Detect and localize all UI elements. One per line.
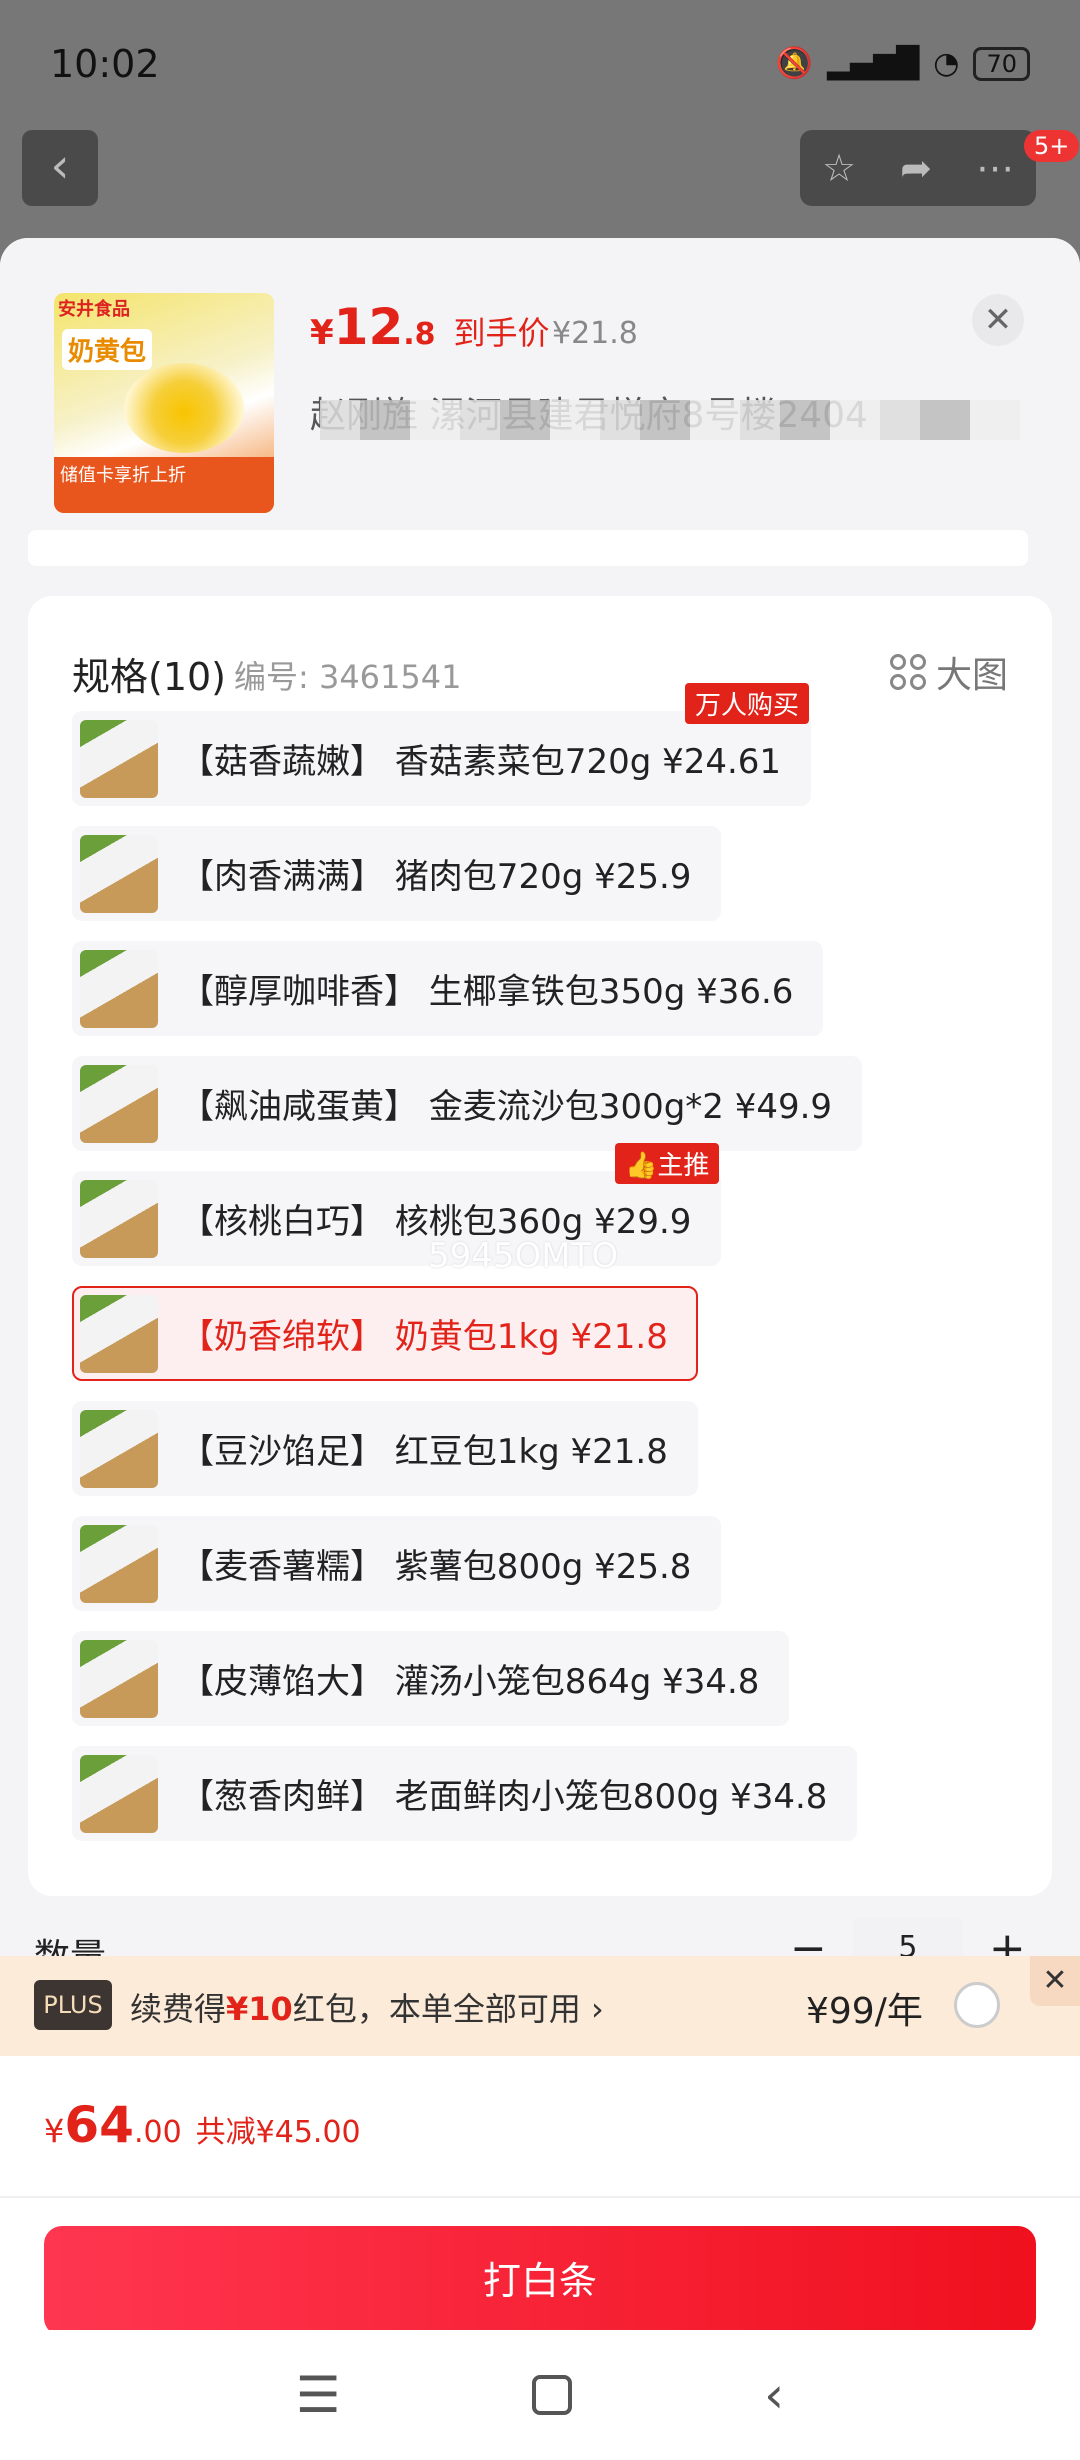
spec-sheet: 安井食品 奶黄包 储值卡享折上折 ¥ 12 .8 到手价 ¥21.8 ✕ 赵刚旌… bbox=[0, 238, 1080, 2460]
status-icons: 🔕 ▂▄▆█ ◔ 70 bbox=[776, 46, 1030, 81]
spec-option-label: 【葱香肉鲜】 老面鲜肉小笼包800g ¥34.8 bbox=[180, 1777, 828, 1817]
spec-badge: 万人购买 bbox=[685, 683, 810, 724]
spec-option[interactable]: 【醇厚咖啡香】 生椰拿铁包350g ¥36.6 bbox=[72, 941, 824, 1036]
bigview-label: 大图 bbox=[935, 655, 1008, 696]
back-button[interactable]: ‹ bbox=[22, 130, 98, 206]
original-price: ¥21.8 bbox=[552, 316, 638, 351]
spec-option-label: 【醇厚咖啡香】 生椰拿铁包350g ¥36.6 bbox=[180, 972, 794, 1012]
spec-badge-label: 主推 bbox=[657, 1151, 710, 1181]
spec-option-label: 【麦香薯糯】 紫薯包800g ¥25.8 bbox=[180, 1547, 692, 1587]
thumbs-up-icon: 👍 bbox=[625, 1151, 658, 1181]
spec-code: 编号: 3461541 bbox=[234, 658, 462, 696]
thumb-brand: 安井食品 bbox=[58, 299, 130, 320]
top-actions: ☆ ➦ ⋯ bbox=[800, 130, 1036, 206]
total-decimal: .00 bbox=[133, 2115, 182, 2150]
system-nav-bar: ☰ ‹ bbox=[0, 2330, 1080, 2460]
favorite-icon[interactable]: ☆ bbox=[822, 146, 856, 190]
thumb-label: 奶黄包 bbox=[62, 329, 153, 370]
spec-option-label: 【皮薄馅大】 灌汤小笼包864g ¥34.8 bbox=[180, 1662, 760, 1702]
spec-thumb bbox=[80, 1064, 158, 1143]
spec-option[interactable]: 【核桃白巧】 核桃包360g ¥29.9 👍主推 bbox=[72, 1143, 722, 1266]
spec-thumb bbox=[80, 1294, 158, 1373]
spec-option[interactable]: 【菇香蔬嫩】 香菇素菜包720g ¥24.61 万人购买 bbox=[72, 683, 812, 806]
spec-option[interactable]: 【皮薄馅大】 灌汤小笼包864g ¥34.8 bbox=[72, 1631, 790, 1726]
spec-option[interactable]: 【飙油咸蛋黄】 金麦流沙包300g*2 ¥49.9 bbox=[72, 1056, 863, 1151]
total-price: ¥ 64 .00 共减¥45.00 bbox=[44, 2096, 361, 2154]
spec-option[interactable]: 【豆沙馅足】 红豆包1kg ¥21.8 bbox=[72, 1401, 698, 1496]
total-discount: 共减¥45.00 bbox=[195, 2115, 361, 2150]
menu-icon[interactable]: ☰ bbox=[296, 2366, 341, 2424]
plus-logo: PLUS bbox=[34, 1980, 112, 2030]
total-currency: ¥ bbox=[44, 2112, 65, 2150]
back-icon[interactable]: ‹ bbox=[764, 2366, 784, 2424]
current-price: ¥ 12 .8 到手价 bbox=[310, 298, 550, 356]
close-icon: ✕ bbox=[1042, 1963, 1068, 1998]
spec-thumb bbox=[80, 1179, 158, 1258]
plus-promo-text: 续费得¥10红包，本单全部可用 › bbox=[130, 1984, 604, 2030]
spec-option[interactable]: 【葱香肉鲜】 老面鲜肉小笼包800g ¥34.8 bbox=[72, 1746, 858, 1841]
product-thumbnail[interactable]: 安井食品 奶黄包 储值卡享折上折 bbox=[54, 293, 274, 513]
total-integer: 64 bbox=[64, 2096, 134, 2154]
spec-card: 规格(10) 编号: 3461541 大图 【菇香蔬嫩】 香菇素菜包720g ¥… bbox=[28, 596, 1052, 1896]
spec-title: 规格(10) bbox=[72, 655, 227, 699]
more-icon[interactable]: ⋯ bbox=[976, 146, 1014, 190]
spec-option-selected[interactable]: 【奶香绵软】 奶黄包1kg ¥21.8 bbox=[72, 1286, 698, 1381]
price-decimal: .8 bbox=[403, 317, 436, 352]
price-integer: 12 bbox=[333, 298, 404, 356]
bun-image bbox=[124, 363, 244, 453]
spec-thumb bbox=[80, 1639, 158, 1718]
spec-thumb bbox=[80, 1754, 158, 1833]
mute-icon: 🔕 bbox=[775, 46, 813, 81]
spec-option-label: 【菇香蔬嫩】 香菇素菜包720g ¥24.61 bbox=[180, 742, 782, 782]
bigview-toggle[interactable]: 大图 bbox=[889, 646, 1008, 698]
price-tag: 到手价 bbox=[453, 314, 550, 352]
plus-text-pre: 续费得 bbox=[130, 1990, 227, 2028]
spec-thumb bbox=[80, 719, 158, 798]
spec-thumb bbox=[80, 834, 158, 913]
signal-icon: ▂▄▆█ bbox=[826, 46, 920, 81]
spec-option-label: 【奶香绵软】 奶黄包1kg ¥21.8 bbox=[180, 1317, 668, 1357]
spec-list: 【菇香蔬嫩】 香菇素菜包720g ¥24.61 万人购买 【肉香满满】 猪肉包7… bbox=[72, 683, 1012, 1861]
address-blur bbox=[320, 400, 1020, 440]
home-icon[interactable] bbox=[532, 2375, 573, 2415]
plus-radio[interactable] bbox=[954, 1982, 1000, 2028]
battery-icon: 70 bbox=[973, 46, 1030, 81]
status-bar: 10:02 🔕 ▂▄▆█ ◔ 70 bbox=[0, 0, 1080, 140]
plus-text-post: 红包，本单全部可用 › bbox=[292, 1990, 604, 2028]
status-time: 10:02 bbox=[50, 42, 160, 86]
price-currency: ¥ bbox=[310, 313, 334, 353]
close-button[interactable]: ✕ bbox=[972, 294, 1024, 346]
plus-close-button[interactable]: ✕ bbox=[1030, 1956, 1080, 2006]
spec-thumb bbox=[80, 1524, 158, 1603]
divider bbox=[0, 2196, 1080, 2198]
spec-option-label: 【豆沙馅足】 红豆包1kg ¥21.8 bbox=[180, 1432, 668, 1472]
watermark: 5945OMTO bbox=[428, 1236, 619, 1276]
plus-text-amount: ¥10 bbox=[226, 1990, 293, 2028]
product-header: 安井食品 奶黄包 储值卡享折上折 ¥ 12 .8 到手价 ¥21.8 ✕ 赵刚旌… bbox=[0, 238, 1080, 568]
spec-option[interactable]: 【肉香满满】 猪肉包720g ¥25.9 bbox=[72, 826, 722, 921]
grid-icon bbox=[889, 654, 926, 690]
message-badge: 5+ bbox=[1024, 130, 1080, 162]
spec-option[interactable]: 【麦香薯糯】 紫薯包800g ¥25.8 bbox=[72, 1516, 722, 1611]
plus-price: ¥99/年 bbox=[806, 1991, 923, 2032]
plus-promo-bar[interactable]: PLUS 续费得¥10红包，本单全部可用 › ¥99/年 ✕ bbox=[0, 1956, 1080, 2056]
back-arrow-icon: ‹ bbox=[50, 138, 70, 194]
address-divider bbox=[28, 530, 1028, 566]
wifi-icon: ◔ bbox=[933, 46, 960, 81]
spec-option-label: 【肉香满满】 猪肉包720g ¥25.9 bbox=[180, 857, 692, 897]
spec-badge-main: 👍主推 bbox=[615, 1143, 720, 1184]
share-icon[interactable]: ➦ bbox=[900, 146, 932, 190]
spec-option-label: 【飙油咸蛋黄】 金麦流沙包300g*2 ¥49.9 bbox=[180, 1087, 833, 1127]
close-icon: ✕ bbox=[983, 300, 1013, 340]
thumb-footer: 储值卡享折上折 bbox=[54, 457, 274, 513]
spec-thumb bbox=[80, 1409, 158, 1488]
pay-button[interactable]: 打白条 bbox=[44, 2226, 1036, 2336]
spec-thumb bbox=[80, 949, 158, 1028]
